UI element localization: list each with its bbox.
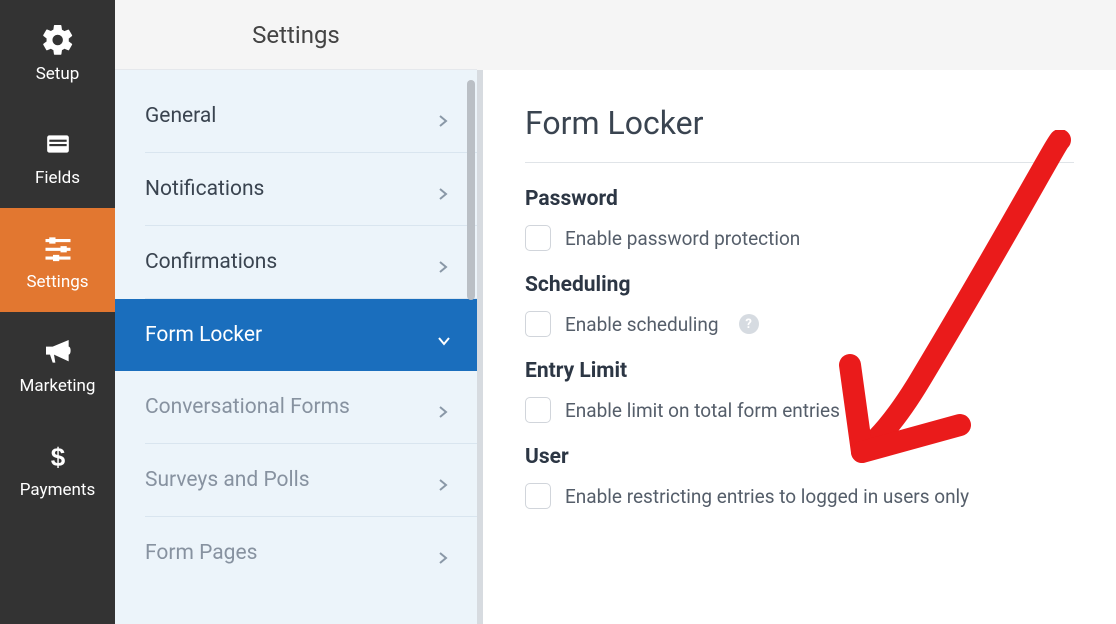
app-layout: Setup Fields Settings Marketing $ Paymen…	[0, 0, 1116, 624]
sliders-icon	[38, 228, 78, 268]
submenu-notifications[interactable]: Notifications	[145, 153, 477, 226]
submenu-item-label: Conversational Forms	[145, 395, 350, 419]
submenu-confirmations[interactable]: Confirmations	[145, 226, 477, 299]
sidebar-payments-label: Payments	[20, 480, 95, 500]
page-title: Settings	[115, 0, 477, 70]
submenu-form-locker[interactable]: Form Locker	[115, 299, 477, 371]
submenu-surveys-polls[interactable]: Surveys and Polls	[145, 444, 477, 517]
sidebar-setup[interactable]: Setup	[0, 0, 115, 104]
submenu-item-label: Form Pages	[145, 541, 257, 565]
chevron-right-icon	[437, 110, 449, 122]
password-protection-checkbox[interactable]	[525, 225, 551, 251]
user-restriction-checkbox[interactable]	[525, 483, 551, 509]
submenu-item-label: Confirmations	[145, 250, 277, 274]
svg-text:$: $	[50, 442, 65, 472]
fields-icon	[38, 124, 78, 164]
chevron-down-icon	[437, 329, 449, 341]
bullhorn-icon	[38, 332, 78, 372]
chevron-right-icon	[437, 183, 449, 195]
dollar-icon: $	[38, 436, 78, 476]
section-entry-limit-heading: Entry Limit	[525, 359, 1074, 383]
chevron-right-icon	[437, 256, 449, 268]
sidebar-marketing-label: Marketing	[20, 376, 96, 396]
sidebar-fields[interactable]: Fields	[0, 104, 115, 208]
submenu-conversational-forms[interactable]: Conversational Forms	[145, 371, 477, 444]
help-icon[interactable]: ?	[739, 314, 759, 334]
scrollbar[interactable]	[467, 80, 475, 380]
sidebar-settings-label: Settings	[26, 272, 88, 292]
password-protection-label: Enable password protection	[565, 227, 800, 250]
sidebar-settings[interactable]: Settings	[0, 208, 115, 312]
form-locker-settings: Form Locker Password Enable password pro…	[477, 70, 1116, 624]
submenu-item-label: Notifications	[145, 177, 264, 201]
section-user-heading: User	[525, 445, 1074, 469]
submenu-item-label: Surveys and Polls	[145, 468, 310, 492]
icon-sidebar: Setup Fields Settings Marketing $ Paymen…	[0, 0, 115, 624]
sidebar-fields-label: Fields	[35, 168, 80, 188]
submenu-form-pages[interactable]: Form Pages	[145, 517, 477, 589]
submenu-item-label: General	[145, 104, 216, 128]
scheduling-checkbox[interactable]	[525, 311, 551, 337]
sidebar-marketing[interactable]: Marketing	[0, 312, 115, 416]
submenu-item-label: Form Locker	[145, 323, 262, 347]
gear-icon	[38, 20, 78, 60]
sidebar-setup-label: Setup	[36, 64, 80, 84]
section-password-heading: Password	[525, 187, 1074, 211]
submenu-scroll: General Notifications Confirmations Form…	[115, 70, 477, 624]
panel-title: Form Locker	[525, 104, 1074, 163]
section-scheduling-heading: Scheduling	[525, 273, 1074, 297]
chevron-right-icon	[437, 474, 449, 486]
chevron-right-icon	[437, 401, 449, 413]
user-restriction-label: Enable restricting entries to logged in …	[565, 485, 969, 508]
scheduling-label: Enable scheduling	[565, 313, 719, 336]
sidebar-payments[interactable]: $ Payments	[0, 416, 115, 520]
chevron-right-icon	[437, 547, 449, 559]
submenu-general[interactable]: General	[145, 80, 477, 153]
settings-submenu: Settings General Notifications Confirmat…	[115, 0, 477, 624]
main-panel: Form Locker Password Enable password pro…	[477, 0, 1116, 624]
entry-limit-label: Enable limit on total form entries	[565, 399, 840, 422]
entry-limit-checkbox[interactable]	[525, 397, 551, 423]
